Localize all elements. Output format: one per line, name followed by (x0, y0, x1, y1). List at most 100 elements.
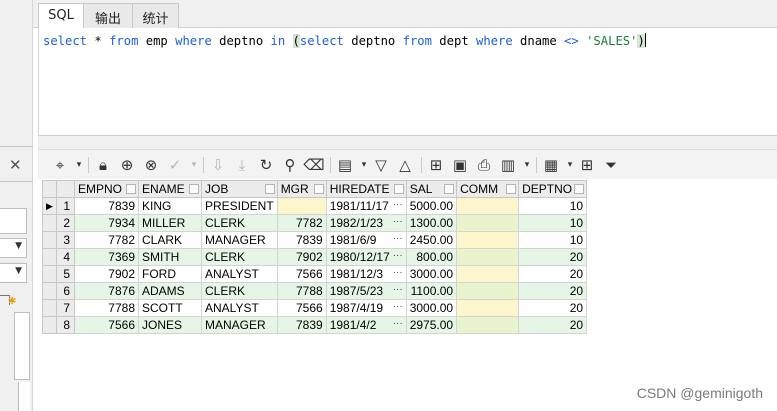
table-row[interactable]: 7 7788 SCOTT ANALYST 7566 1987/4/19 ··· 3000.00… (42, 299, 588, 317)
column-header-sal[interactable]: SAL (405, 180, 458, 198)
column-header-comm[interactable]: COMM (456, 180, 520, 198)
delete-record-icon[interactable]: ⊗ (141, 155, 161, 175)
table-view-icon[interactable]: ⊞ (577, 155, 597, 175)
cell-sal[interactable]: 1300.00 (405, 214, 458, 232)
row-indicator[interactable]: ▶ (42, 197, 57, 215)
cell-sal[interactable]: 5000.00 (405, 197, 458, 215)
cell-deptno[interactable]: 20 (518, 282, 588, 300)
add-record-icon[interactable]: ⊕ (117, 155, 137, 175)
left-panel-dropdown[interactable]: ▼ (0, 263, 27, 283)
row-indicator[interactable] (42, 231, 57, 249)
table-row[interactable]: 5 7902 FORD ANALYST 7566 1981/12/3 ··· 3000.00 2… (42, 265, 588, 283)
table-row[interactable]: 3 7782 CLARK MANAGER 7839 1981/6/9 ··· 2450.00 1… (42, 231, 588, 249)
row-indicator[interactable] (42, 265, 57, 283)
cell-job[interactable]: MANAGER (201, 231, 278, 249)
cell-hiredate[interactable]: 1981/12/3 ··· (325, 265, 407, 283)
cell-ename[interactable]: KING (138, 197, 202, 215)
tab-statistics[interactable]: 统计 (132, 3, 179, 28)
sort-toggle[interactable] (574, 184, 585, 194)
column-header-mgr[interactable]: MGR (276, 180, 327, 198)
close-icon[interactable]: ✕ (9, 156, 22, 174)
cell-comm[interactable] (456, 282, 520, 300)
splitter[interactable] (38, 136, 777, 149)
cell-sal[interactable]: 1100.00 (405, 282, 458, 300)
dropdown-arrow-icon[interactable]: ▾ (522, 155, 532, 175)
sql-query-text[interactable]: select * from emp where deptno in (selec… (43, 33, 646, 48)
sort-toggle[interactable] (393, 184, 404, 194)
cell-deptno[interactable]: 20 (518, 248, 588, 266)
cell-mgr[interactable] (276, 197, 327, 215)
cell-job[interactable]: CLERK (201, 214, 278, 232)
ellipsis-button[interactable]: ··· (393, 301, 403, 312)
cell-ename[interactable]: SMITH (138, 248, 202, 266)
refresh-icon[interactable]: ↻ (256, 155, 276, 175)
cell-deptno[interactable]: 10 (518, 231, 588, 249)
cell-hiredate[interactable]: 1982/1/23 ··· (325, 214, 407, 232)
cell-sal[interactable]: 2450.00 (405, 231, 458, 249)
cell-comm[interactable] (456, 214, 520, 232)
cell-sal[interactable]: 3000.00 (405, 265, 458, 283)
cell-mgr[interactable]: 7566 (276, 299, 327, 317)
cell-ename[interactable]: SCOTT (138, 299, 202, 317)
cell-mgr[interactable]: 7782 (276, 214, 327, 232)
cell-job[interactable]: MANAGER (201, 316, 278, 334)
grid-layout-icon[interactable]: ▦ (541, 155, 561, 175)
cell-sal[interactable]: 3000.00 (405, 299, 458, 317)
cell-ename[interactable]: MILLER (138, 214, 202, 232)
lock-icon[interactable]: 🔒︎ (93, 155, 113, 175)
row-indicator[interactable] (42, 299, 57, 317)
cell-empno[interactable]: 7839 (74, 197, 139, 215)
sort-down-icon[interactable]: ▽ (371, 155, 391, 175)
tab-output[interactable]: 输出 (83, 3, 133, 28)
table-row[interactable]: ▶ 1 7839 KING PRESIDENT 1981/11/17 ··· 5000.00 1… (42, 197, 588, 215)
sort-toggle[interactable] (506, 184, 517, 194)
ellipsis-button[interactable]: ··· (393, 284, 403, 295)
cell-hiredate[interactable]: 1981/6/9 ··· (325, 231, 407, 249)
cell-hiredate[interactable]: 1987/5/23 ··· (325, 282, 407, 300)
cell-ename[interactable]: ADAMS (138, 282, 202, 300)
clear-icon[interactable]: ⌫ (303, 155, 324, 175)
cell-empno[interactable]: 7788 (74, 299, 139, 317)
table-row[interactable]: 8 7566 JONES MANAGER 7839 1981/4/2 ··· 2975.00 2… (42, 316, 588, 334)
cell-job[interactable]: PRESIDENT (201, 197, 278, 215)
cell-mgr[interactable]: 7839 (276, 316, 327, 334)
cell-comm[interactable] (456, 316, 520, 334)
sql-editor[interactable]: select * from emp where deptno in (selec… (38, 28, 777, 136)
filter-icon[interactable]: ⏷ (601, 155, 621, 175)
ellipsis-button[interactable]: ··· (393, 216, 403, 227)
cell-hiredate[interactable]: 1981/11/17 ··· (325, 197, 407, 215)
cell-job[interactable]: ANALYST (201, 299, 278, 317)
row-indicator[interactable] (42, 316, 57, 334)
cell-comm[interactable] (456, 265, 520, 283)
export-icon[interactable]: ⊞ (426, 155, 446, 175)
table-row[interactable]: 6 7876 ADAMS CLERK 7788 1987/5/23 ··· 1100.00 20 (42, 282, 588, 300)
sort-toggle[interactable] (264, 184, 275, 194)
cell-hiredate[interactable]: 1980/12/17 ··· (325, 248, 407, 266)
save-icon[interactable]: ▣ (450, 155, 470, 175)
cell-deptno[interactable]: 20 (518, 316, 588, 334)
cell-sal[interactable]: 2975.00 (405, 316, 458, 334)
row-indicator[interactable] (42, 282, 57, 300)
ellipsis-button[interactable]: ··· (393, 267, 403, 278)
cell-ename[interactable]: FORD (138, 265, 202, 283)
cell-empno[interactable]: 7876 (74, 282, 139, 300)
sort-toggle[interactable] (313, 184, 324, 194)
single-record-view-icon[interactable]: ▤ (335, 155, 355, 175)
cell-empno[interactable]: 7566 (74, 316, 139, 334)
cell-hiredate[interactable]: 1981/4/2 ··· (325, 316, 407, 334)
cell-job[interactable]: ANALYST (201, 265, 278, 283)
sort-toggle[interactable] (189, 184, 199, 194)
table-row[interactable]: 4 7369 SMITH CLERK 7902 1980/12/17 ··· 800.00 20 (42, 248, 588, 266)
cell-deptno[interactable]: 20 (518, 299, 588, 317)
ellipsis-button[interactable]: ··· (393, 250, 403, 261)
cell-empno[interactable]: 7782 (74, 231, 139, 249)
tab-sql[interactable]: SQL (38, 3, 84, 29)
cell-ename[interactable]: JONES (138, 316, 202, 334)
ellipsis-button[interactable]: ··· (393, 199, 403, 210)
cell-empno[interactable]: 7369 (74, 248, 139, 266)
table-row[interactable]: 2 7934 MILLER CLERK 7782 1982/1/23 ··· 1300.00 1… (42, 214, 588, 232)
cell-comm[interactable] (456, 197, 520, 215)
row-indicator[interactable] (42, 214, 57, 232)
sort-toggle[interactable] (444, 184, 455, 194)
ellipsis-button[interactable]: ··· (393, 318, 403, 329)
